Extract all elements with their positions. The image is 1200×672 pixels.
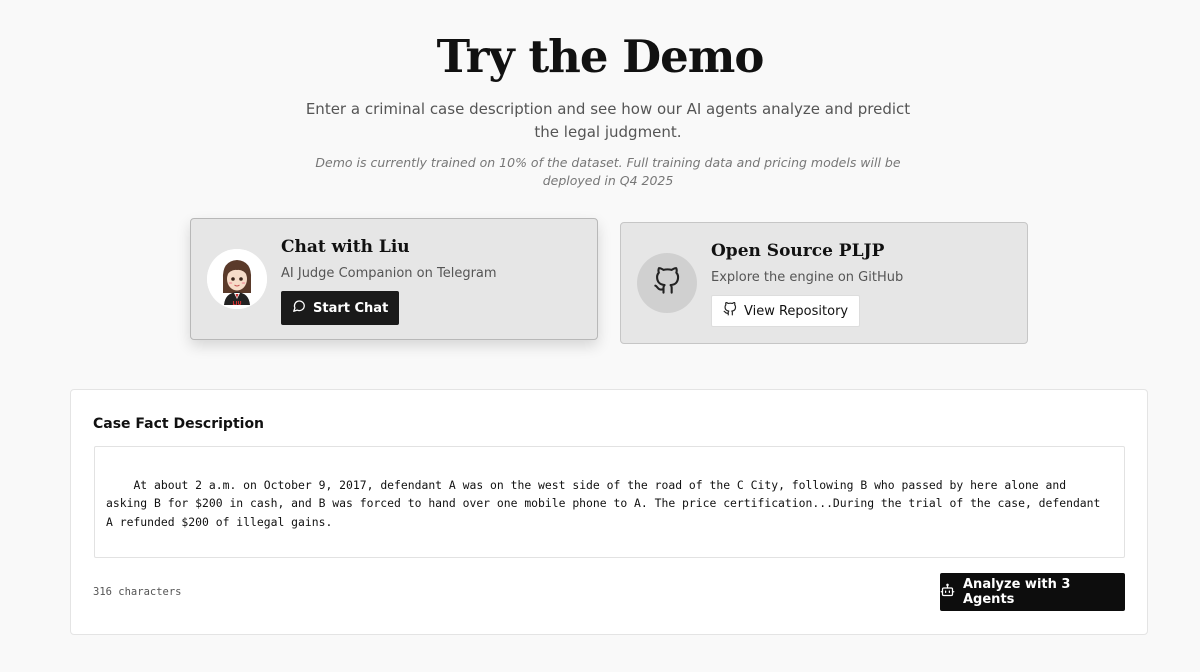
resize-handle-icon[interactable]: [1108, 541, 1122, 555]
chat-card-subtitle: AI Judge Companion on Telegram: [281, 266, 497, 281]
avatar-badge: LIU: [232, 301, 241, 307]
case-description-text: At about 2 a.m. on October 9, 2017, defe…: [106, 477, 1108, 529]
page-subtitle: Enter a criminal case description and se…: [305, 100, 911, 141]
view-repository-button[interactable]: View Repository: [711, 295, 861, 327]
start-chat-label: Start Chat: [313, 300, 389, 316]
start-chat-button[interactable]: Start Chat: [281, 291, 400, 325]
character-count: 316 characters: [93, 586, 182, 598]
repo-card-subtitle: Explore the engine on GitHub: [711, 270, 904, 285]
dataset-note: Demo is currently trained on 10% of the …: [315, 155, 901, 188]
case-fact-label: Case Fact Description: [93, 416, 265, 432]
liu-avatar: LIU: [207, 249, 267, 309]
case-input-panel: Case Fact Description At about 2 a.m. on…: [70, 389, 1148, 635]
chat-card-title: Chat with Liu: [281, 237, 410, 257]
open-source-card: Open Source PLJP Explore the engine on G…: [620, 222, 1028, 344]
analyze-button[interactable]: Analyze with 3 Agents: [940, 573, 1125, 611]
robot-icon: [940, 583, 955, 602]
chat-bubble-icon: [292, 299, 306, 317]
analyze-label: Analyze with 3 Agents: [963, 577, 1071, 607]
chat-with-liu-card: LIU Chat with Liu AI Judge Companion on …: [190, 218, 598, 340]
github-small-icon: [723, 301, 737, 320]
github-logo: [637, 253, 697, 313]
repo-card-title: Open Source PLJP: [711, 241, 885, 261]
page-title: Try the Demo: [436, 30, 765, 83]
github-icon: [653, 267, 681, 299]
case-description-textarea[interactable]: At about 2 a.m. on October 9, 2017, defe…: [94, 446, 1125, 558]
view-repository-label: View Repository: [744, 303, 849, 319]
